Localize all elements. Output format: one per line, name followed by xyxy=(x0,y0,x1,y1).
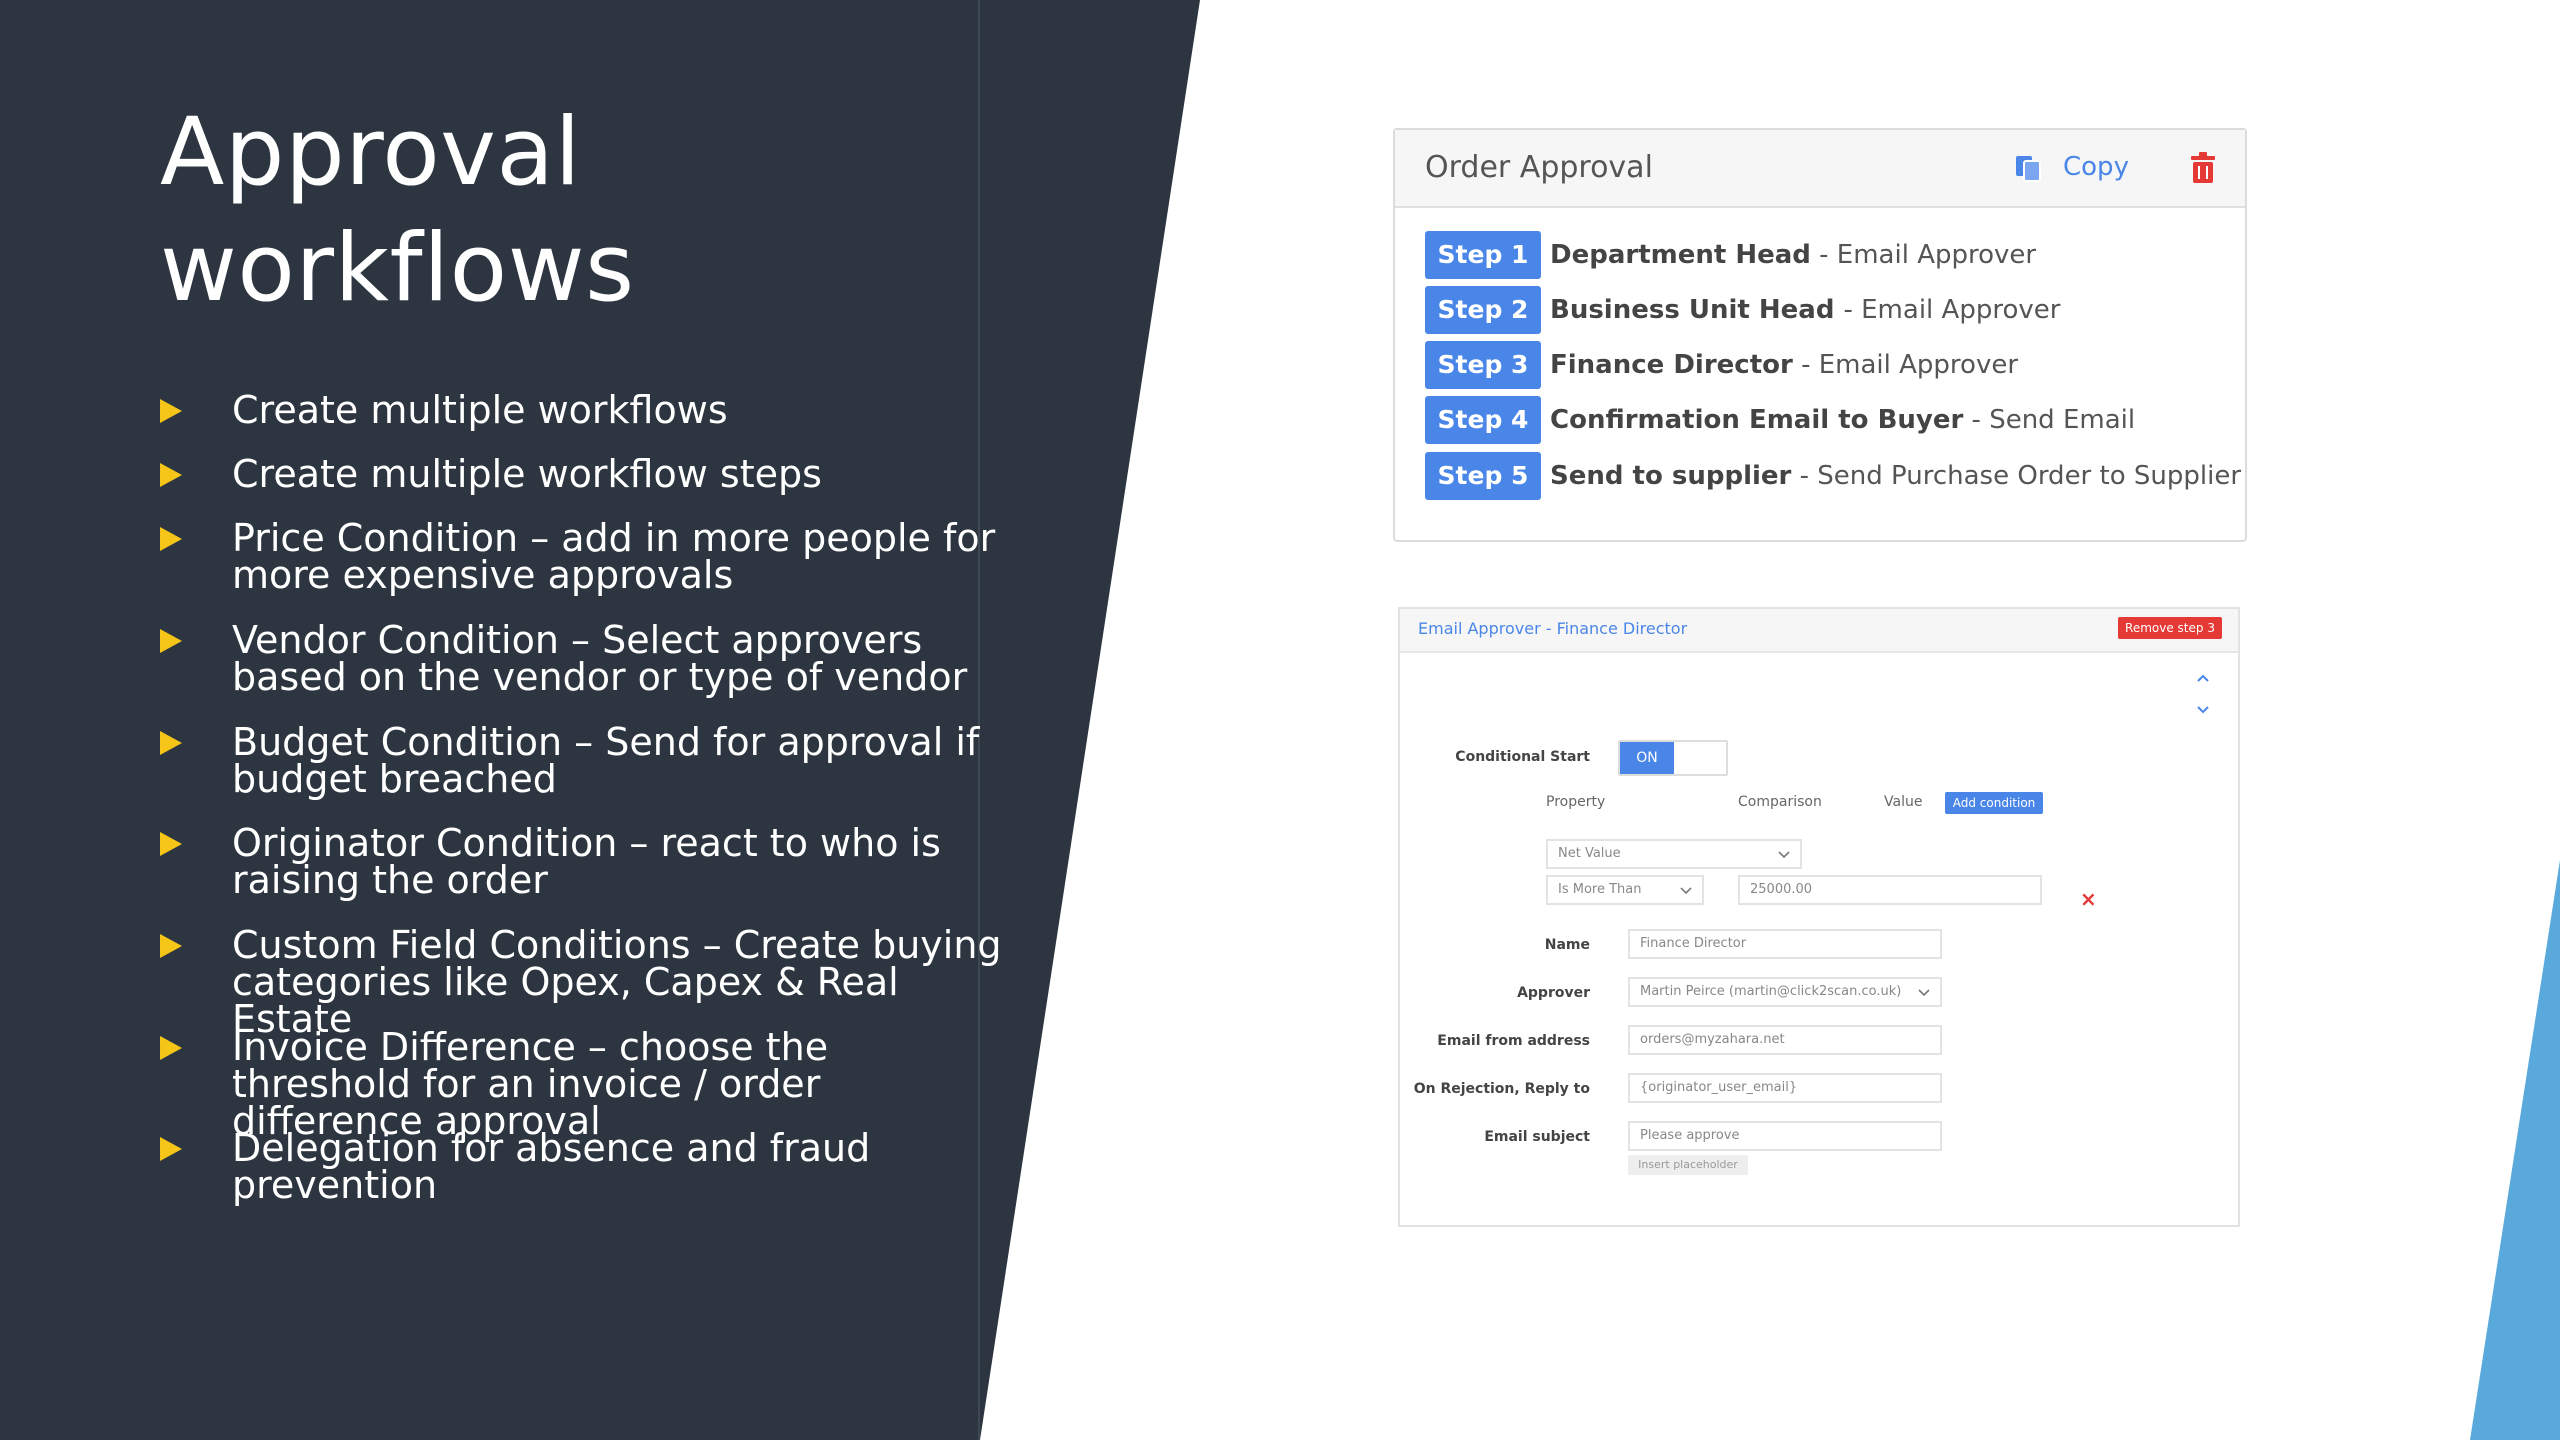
step-badge[interactable]: Step 1 xyxy=(1425,231,1541,279)
blue-edge-accent xyxy=(2470,860,2560,1440)
chevron-down-icon xyxy=(1778,851,1790,859)
column-value-header: Value xyxy=(1884,794,1923,810)
approver-label: Approver xyxy=(1517,985,1590,1001)
step-description: Confirmation Email to Buyer - Send Email xyxy=(1550,405,2136,435)
workflow-step-5[interactable]: Step 5 Send to supplier - Send Purchase … xyxy=(1425,452,2241,500)
bullet-arrow-icon xyxy=(160,1036,182,1060)
chevron-down-icon xyxy=(1680,887,1692,895)
bullet-arrow-icon xyxy=(160,731,182,755)
step-badge[interactable]: Step 3 xyxy=(1425,341,1541,389)
copy-button[interactable]: Copy xyxy=(2063,152,2129,182)
toggle-on-label: ON xyxy=(1620,742,1674,774)
email-subject-label: Email subject xyxy=(1484,1129,1590,1145)
conditional-start-label: Conditional Start xyxy=(1455,749,1590,765)
email-approver-card: Email Approver - Finance Director Remove… xyxy=(1398,607,2240,1227)
column-comparison-header: Comparison xyxy=(1738,794,1822,810)
order-approval-header: Order Approval Copy xyxy=(1395,130,2245,208)
name-label: Name xyxy=(1544,937,1590,953)
comparison-select[interactable]: Is More Than xyxy=(1546,875,1704,905)
workflow-step-2[interactable]: Step 2 Business Unit Head - Email Approv… xyxy=(1425,286,2235,334)
approver-select[interactable]: Martin Peirce (martin@click2scan.co.uk) xyxy=(1628,977,1942,1007)
step-settings-title: Email Approver - Finance Director xyxy=(1418,619,1688,638)
workflow-title: Order Approval xyxy=(1425,150,1653,185)
bullet-arrow-icon xyxy=(160,934,182,958)
bullet-arrow-icon xyxy=(160,1137,182,1161)
step-badge[interactable]: Step 5 xyxy=(1425,452,1541,500)
conditional-start-toggle[interactable]: ON xyxy=(1618,740,1728,776)
email-from-label: Email from address xyxy=(1437,1033,1590,1049)
column-property-header: Property xyxy=(1546,794,1606,810)
email-from-input[interactable]: orders@myzahara.net xyxy=(1628,1025,1942,1055)
bullet-arrow-icon xyxy=(160,832,182,856)
add-condition-button[interactable]: Add condition xyxy=(1945,792,2043,814)
step-badge[interactable]: Step 4 xyxy=(1425,396,1541,444)
step-description: Department Head - Email Approver xyxy=(1550,240,2037,270)
bullet-arrow-icon xyxy=(160,463,182,487)
email-subject-input[interactable]: Please approve xyxy=(1628,1121,1942,1151)
rejection-reply-label: On Rejection, Reply to xyxy=(1413,1081,1590,1097)
slide-title-line-2: workflows xyxy=(160,214,635,323)
bullet-arrow-icon xyxy=(160,629,182,653)
chevron-down-icon xyxy=(1918,989,1930,997)
workflow-step-1[interactable]: Step 1 Department Head - Email Approver xyxy=(1425,231,2235,279)
step-badge[interactable]: Step 2 xyxy=(1425,286,1541,334)
slide-title: Approval workflows xyxy=(160,95,980,327)
remove-step-button[interactable]: Remove step 3 xyxy=(2118,617,2222,639)
slide-title-line-1: Approval xyxy=(160,98,582,207)
name-input[interactable]: Finance Director xyxy=(1628,929,1942,959)
step-description: Send to supplier - Send Purchase Order t… xyxy=(1550,461,2242,491)
step-description: Business Unit Head - Email Approver xyxy=(1550,295,2061,325)
chevron-up-icon[interactable] xyxy=(2196,671,2210,685)
condition-value-input[interactable]: 25000.00 xyxy=(1738,875,2042,905)
workflow-step-4[interactable]: Step 4 Confirmation Email to Buyer - Sen… xyxy=(1425,396,2235,444)
remove-condition-icon[interactable]: × xyxy=(2080,887,2097,911)
workflow-step-3[interactable]: Step 3 Finance Director - Email Approver xyxy=(1425,341,2235,389)
email-approver-header: Email Approver - Finance Director Remove… xyxy=(1400,609,2238,653)
bullet-arrow-icon xyxy=(160,399,182,423)
property-select[interactable]: Net Value xyxy=(1546,839,1802,869)
step-description: Finance Director - Email Approver xyxy=(1550,350,2019,380)
order-approval-card: Order Approval Copy Step 1 Department He… xyxy=(1393,128,2247,542)
copy-icon[interactable] xyxy=(2014,154,2044,182)
bullet-arrow-icon xyxy=(160,527,182,551)
insert-placeholder-button[interactable]: Insert placeholder xyxy=(1628,1155,1748,1175)
chevron-down-icon[interactable] xyxy=(2196,703,2210,717)
rejection-reply-input[interactable]: {originator_user_email} xyxy=(1628,1073,1942,1103)
trash-icon[interactable] xyxy=(2190,152,2216,184)
